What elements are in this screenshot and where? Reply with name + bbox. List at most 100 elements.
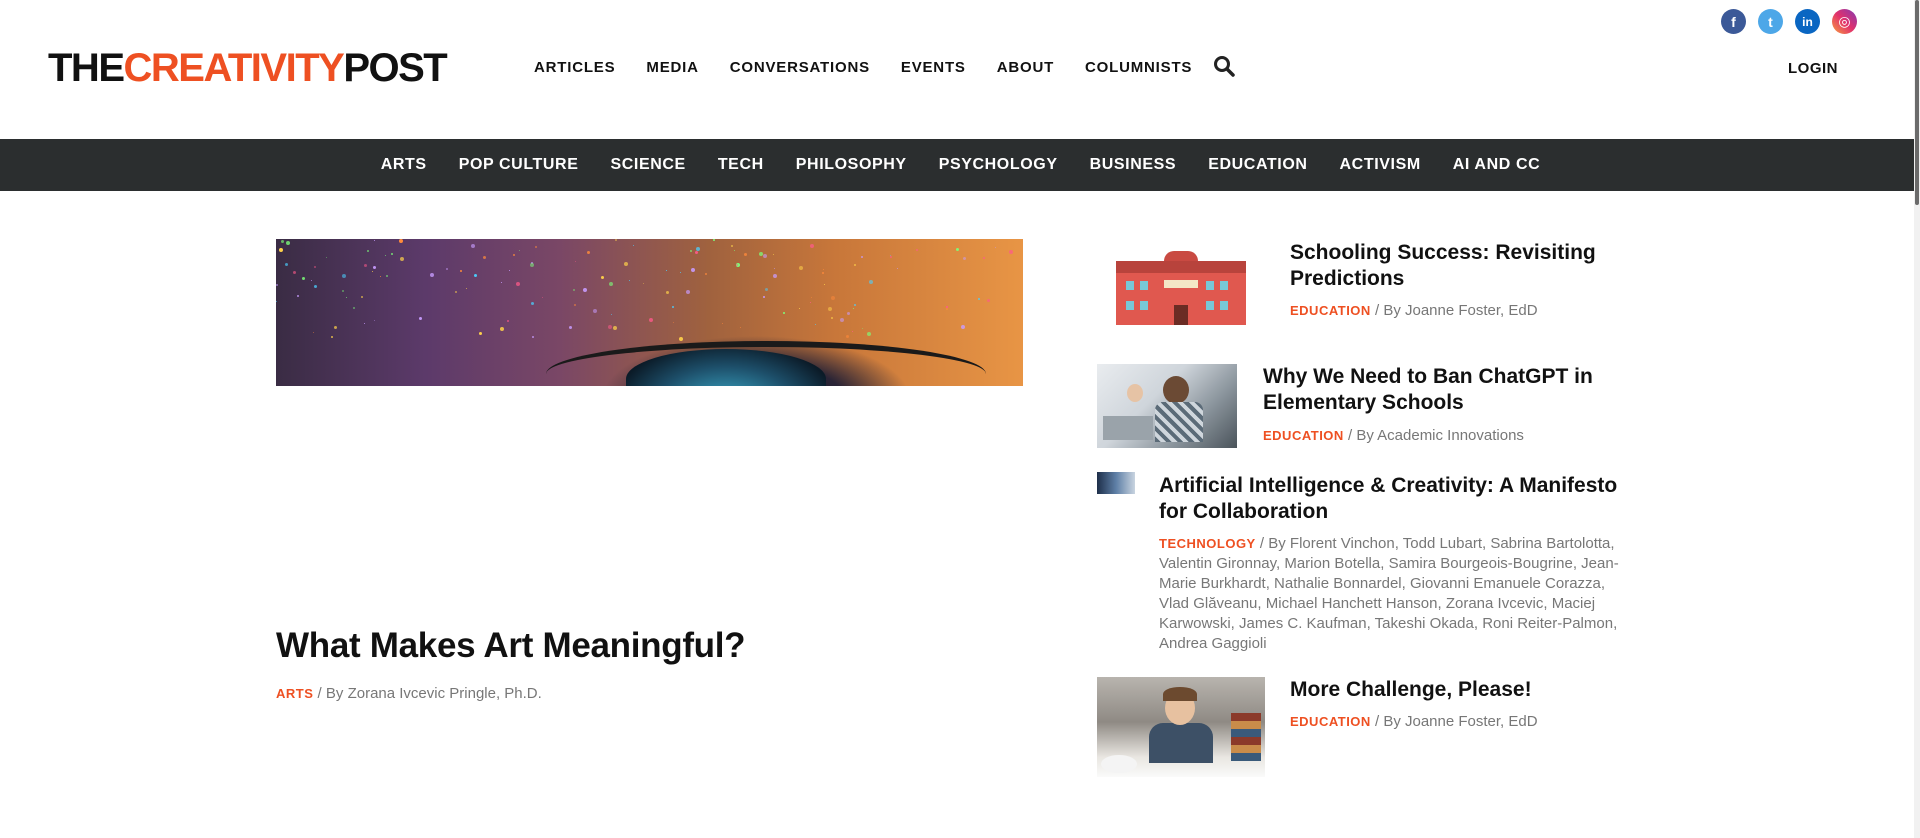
glitter-speck (573, 289, 575, 291)
glitter-speck (633, 245, 634, 246)
glitter-speck (824, 284, 825, 285)
featured-category[interactable]: ARTS (276, 686, 313, 701)
glitter-speck (297, 295, 299, 297)
glitter-speck (765, 288, 768, 291)
glitter-speck (455, 291, 457, 293)
category-activism[interactable]: ACTIVISM (1340, 156, 1421, 174)
glitter-speck (840, 318, 844, 322)
glitter-speck (691, 268, 695, 272)
school-window (1206, 301, 1214, 310)
glitter-speck (963, 257, 966, 260)
crumpled-paper (1101, 755, 1137, 773)
laptop-shape (1103, 416, 1153, 440)
glitter-speck (731, 245, 733, 247)
glitter-speck (609, 282, 613, 286)
category-ai-and-cc[interactable]: AI AND CC (1453, 156, 1540, 174)
nav-columnists[interactable]: COLUMNISTS (1085, 59, 1192, 76)
glitter-speck (361, 296, 363, 298)
article-category[interactable]: EDUCATION (1290, 303, 1371, 318)
glitter-speck (399, 239, 403, 243)
glitter-speck (430, 273, 434, 277)
books-stack (1231, 713, 1261, 761)
article-title-more-challenge[interactable]: More Challenge, Please! (1290, 677, 1650, 703)
login-link[interactable]: LOGIN (1788, 60, 1838, 77)
instagram-icon[interactable]: ◎ (1832, 9, 1857, 34)
scrollbar-thumb[interactable] (1915, 0, 1919, 205)
glitter-speck (852, 331, 853, 332)
article-title-schooling-success[interactable]: Schooling Success: Revisiting Prediction… (1290, 240, 1650, 292)
nav-events[interactable]: EVENTS (901, 59, 966, 76)
glitter-speck (734, 250, 735, 251)
article-meta-more-challenge: EDUCATION / By Joanne Foster, EdD (1290, 712, 1538, 732)
glitter-speck (532, 336, 534, 338)
glitter-speck (666, 291, 669, 294)
glitter-speck (574, 304, 576, 306)
article-meta-ban-chatgpt: EDUCATION / By Academic Innovations (1263, 426, 1524, 446)
category-arts[interactable]: ARTS (381, 156, 427, 174)
search-icon[interactable] (1213, 55, 1235, 77)
category-tech[interactable]: TECH (718, 156, 764, 174)
category-business[interactable]: BUSINESS (1090, 156, 1177, 174)
facebook-icon[interactable]: f (1721, 9, 1746, 34)
category-philosophy[interactable]: PHILOSOPHY (796, 156, 907, 174)
glitter-speck (810, 302, 811, 303)
category-pop-culture[interactable]: POP CULTURE (459, 156, 579, 174)
article-meta-ai-manifesto: TECHNOLOGY / By Florent Vinchon, Todd Lu… (1159, 534, 1619, 654)
glitter-speck (374, 320, 375, 321)
category-psychology[interactable]: PSYCHOLOGY (939, 156, 1058, 174)
glitter-speck (374, 240, 375, 241)
article-title-ai-manifesto[interactable]: Artificial Intelligence & Creativity: A … (1159, 473, 1629, 525)
article-title-ban-chatgpt[interactable]: Why We Need to Ban ChatGPT in Elementary… (1263, 364, 1663, 416)
category-education[interactable]: EDUCATION (1208, 156, 1307, 174)
category-bar: ARTS POP CULTURE SCIENCE TECH PHILOSOPHY… (0, 139, 1920, 191)
nav-media[interactable]: MEDIA (646, 59, 698, 76)
glitter-speck (314, 266, 316, 268)
glitter-speck (276, 284, 278, 286)
glitter-speck (961, 325, 965, 329)
glitter-speck (773, 254, 774, 255)
glitter-speck (763, 254, 767, 258)
article-category[interactable]: EDUCATION (1263, 428, 1344, 443)
glitter-speck (509, 270, 510, 271)
featured-title[interactable]: What Makes Art Meaningful? (276, 626, 746, 666)
glitter-speck (713, 239, 715, 241)
glitter-speck (890, 256, 892, 258)
glitter-speck (474, 274, 477, 277)
glitter-speck (373, 266, 376, 269)
glitter-speck (507, 320, 509, 322)
article-category[interactable]: EDUCATION (1290, 714, 1371, 729)
article-thumbnail-ai[interactable] (1097, 472, 1135, 494)
article-thumbnail-bored-child[interactable] (1097, 677, 1265, 777)
glitter-speck (587, 251, 590, 254)
glitter-speck (869, 280, 873, 284)
glitter-speck (479, 332, 482, 335)
glitter-speck (500, 327, 504, 331)
school-window (1126, 281, 1134, 290)
page-scrollbar[interactable] (1914, 0, 1920, 838)
glitter-speck (736, 264, 738, 266)
glitter-speck (386, 275, 388, 277)
linkedin-icon[interactable]: in (1795, 9, 1820, 34)
school-sign (1164, 280, 1198, 288)
glitter-speck (823, 269, 824, 270)
glitter-speck (946, 308, 948, 310)
glitter-speck (705, 273, 707, 275)
nav-articles[interactable]: ARTICLES (534, 59, 615, 76)
twitter-icon[interactable]: t (1758, 9, 1783, 34)
nav-about[interactable]: ABOUT (997, 59, 1054, 76)
featured-image[interactable] (276, 239, 1023, 386)
glitter-speck (285, 263, 288, 266)
article-thumbnail-school[interactable] (1108, 245, 1254, 333)
nav-conversations[interactable]: CONVERSATIONS (730, 59, 870, 76)
category-science[interactable]: SCIENCE (610, 156, 685, 174)
glitter-speck (334, 326, 337, 329)
glitter-speck (672, 306, 674, 308)
child-figure (1127, 384, 1143, 402)
site-logo[interactable]: THECREATIVITYPOST (48, 48, 448, 88)
glitter-speck (649, 318, 653, 322)
school-window (1220, 281, 1228, 290)
article-thumbnail-classroom[interactable] (1097, 364, 1237, 448)
glitter-speck (530, 263, 534, 267)
glitter-speck (542, 297, 543, 298)
article-category[interactable]: TECHNOLOGY (1159, 536, 1256, 551)
